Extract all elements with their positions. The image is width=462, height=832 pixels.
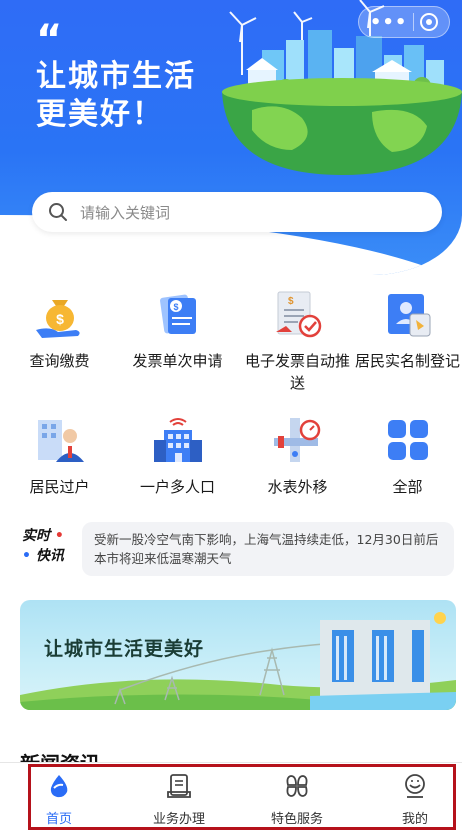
invoice-icon: $	[159, 294, 196, 334]
service-label: 居民实名制登记	[354, 352, 460, 370]
svg-text:$: $	[56, 311, 64, 327]
capsule-divider	[413, 13, 415, 31]
more-icon[interactable]: •••	[370, 12, 408, 33]
service-label: 发票单次申请	[132, 352, 223, 370]
tag-line1: 实时	[22, 528, 50, 544]
service-label: 居民过户	[29, 478, 90, 496]
service-label: 水表外移	[267, 478, 328, 496]
water-drop-icon	[50, 775, 68, 798]
service-water-meter-relocation[interactable]: 水表外移	[240, 412, 355, 498]
service-label: 电子发票自动推送	[244, 352, 350, 392]
money-bag-icon: $	[35, 300, 80, 338]
document-icon	[167, 774, 191, 798]
service-real-name-registration[interactable]: 居民实名制登记	[350, 286, 462, 372]
quote-mark: “	[36, 17, 63, 63]
search-bar[interactable]: 请输入关键词	[32, 192, 442, 232]
hero-title: 让城市生活 更美好！	[36, 58, 196, 134]
service-query-payment[interactable]: $ 查询缴费	[2, 286, 117, 372]
miniprogram-capsule[interactable]: •••	[358, 6, 450, 38]
search-icon	[49, 203, 67, 221]
person-transfer-icon	[37, 420, 84, 462]
tag-line2: 快讯	[35, 548, 64, 564]
blue-dot: •	[22, 548, 36, 564]
service-e-invoice-push[interactable]: $ 电子发票自动推送	[240, 286, 355, 394]
e-invoice-icon: $	[275, 291, 321, 338]
hero-banner: “ 让城市生活 更美好！	[0, 0, 462, 275]
banner-title: 让城市生活更美好	[44, 638, 205, 660]
ticker-text: 受新一股冷空气南下影响，上海气温持续走低，12月30日前后本市将迎来低温寒潮天气	[94, 532, 439, 566]
building-icon	[153, 418, 202, 462]
tab-label: 业务办理	[152, 812, 205, 827]
close-target-icon[interactable]	[420, 13, 439, 31]
water-meter-icon	[273, 418, 320, 462]
service-label: 查询缴费	[29, 352, 90, 370]
svg-text:$: $	[288, 296, 294, 307]
four-petal-icon	[286, 775, 308, 797]
tab-featured[interactable]: 特色服务	[252, 772, 342, 827]
tab-label: 首页	[45, 812, 72, 827]
hero-title-line2: 更美好！	[36, 97, 164, 132]
realtime-news-tag: 实时 • • 快讯	[22, 526, 64, 566]
ticker-text-box[interactable]: 受新一股冷空气南下影响，上海气温持续走低，12月30日前后本市将迎来低温寒潮天气	[82, 522, 454, 576]
tab-mine[interactable]: 我的	[370, 772, 460, 827]
service-all[interactable]: 全部	[350, 412, 462, 498]
svg-text:$: $	[173, 302, 178, 312]
hero-title-line1: 让城市生活	[36, 59, 196, 94]
service-invoice-single[interactable]: $ 发票单次申请	[120, 286, 235, 372]
service-resident-transfer[interactable]: 居民过户	[2, 412, 117, 498]
service-multi-person-household[interactable]: 一户多人口	[120, 412, 235, 498]
promo-banner[interactable]: 让城市生活更美好	[20, 600, 456, 710]
search-placeholder: 请输入关键词	[80, 203, 171, 222]
red-dot: •	[50, 528, 64, 544]
id-card-icon	[387, 294, 430, 337]
tab-business[interactable]: 业务办理	[134, 772, 224, 827]
smiley-user-icon	[405, 774, 425, 798]
tab-label: 特色服务	[270, 812, 323, 827]
grid-icon	[387, 420, 428, 460]
news-ticker[interactable]: 实时 • • 快讯 受新一股冷空气南下影响，上海气温持续走低，12月30日前后本…	[20, 522, 456, 576]
tab-home[interactable]: 首页	[14, 772, 104, 827]
service-label: 全部	[392, 478, 423, 496]
tab-label: 我的	[401, 812, 428, 827]
service-label: 一户多人口	[139, 478, 215, 496]
